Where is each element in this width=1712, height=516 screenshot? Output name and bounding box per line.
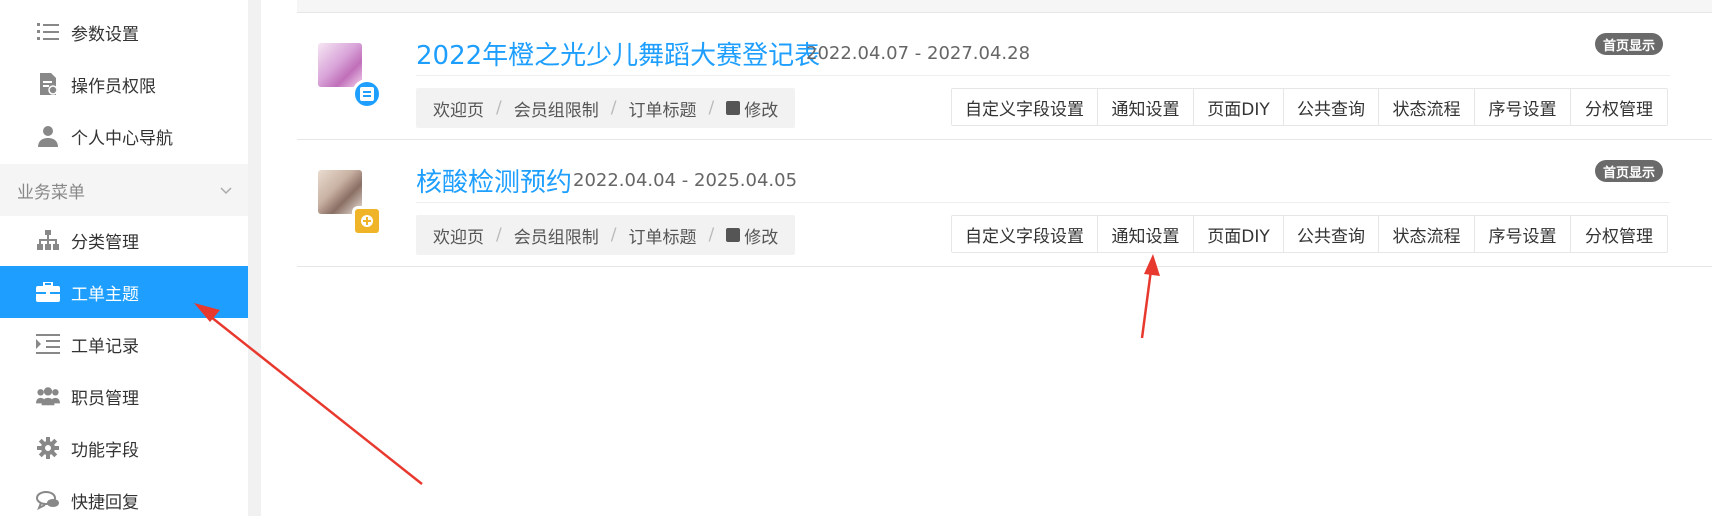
breadcrumb: 欢迎页 / 会员组限制 / 订单标题 / 修改 <box>416 88 796 128</box>
sidebar-item-label: 工单主题 <box>71 284 139 305</box>
homepage-display-badge: 首页显示 <box>1595 160 1664 182</box>
sidebar-item-user-center-nav[interactable]: 个人中心导航 <box>0 110 248 162</box>
sidebar-item-staff[interactable]: 职员管理 <box>0 370 248 422</box>
sidebar-item-quick-reply[interactable]: 快捷回复 <box>0 474 248 516</box>
page-diy-button[interactable]: 页面DIY <box>1194 216 1284 252</box>
coins-badge-icon <box>352 206 382 236</box>
status-flow-button[interactable]: 状态流程 <box>1379 216 1475 252</box>
sidebar-item-label: 个人中心导航 <box>71 128 173 149</box>
topic-title[interactable]: 核酸检测预约 <box>416 162 572 199</box>
row-divider <box>297 139 1712 140</box>
custom-fields-button[interactable]: 自定义字段设置 <box>952 89 1098 125</box>
notification-settings-button[interactable]: 通知设置 <box>1098 89 1194 125</box>
sidebar-item-label: 快捷回复 <box>71 492 139 513</box>
briefcase-icon <box>36 280 60 304</box>
edit-link[interactable]: 修改 <box>726 223 778 248</box>
sidebar-group-business[interactable]: 业务菜单 <box>0 164 248 216</box>
serial-settings-button[interactable]: 序号设置 <box>1475 89 1571 125</box>
edit-link[interactable]: 修改 <box>726 96 778 121</box>
divider <box>416 75 1670 76</box>
sidebar-item-label: 操作员权限 <box>71 76 156 97</box>
breadcrumb-welcome[interactable]: 欢迎页 <box>433 223 484 248</box>
breadcrumb-welcome[interactable]: 欢迎页 <box>433 96 484 121</box>
gear-icon <box>36 436 60 460</box>
custom-fields-button[interactable]: 自定义字段设置 <box>952 216 1098 252</box>
chat-icon <box>36 488 60 512</box>
public-query-button[interactable]: 公共查询 <box>1284 216 1379 252</box>
sidebar-item-label: 职员管理 <box>71 388 139 409</box>
user-icon <box>36 124 60 148</box>
sidebar-item-label: 分类管理 <box>71 232 139 253</box>
sidebar-item-operator-permissions[interactable]: 操作员权限 <box>0 58 248 110</box>
indent-list-icon <box>36 332 60 356</box>
topic-title[interactable]: 2022年橙之光少儿舞蹈大赛登记表 <box>416 35 820 72</box>
edit-label: 修改 <box>744 100 779 121</box>
topic-thumbnail <box>318 43 362 87</box>
breadcrumb-order-title[interactable]: 订单标题 <box>628 223 696 248</box>
row-divider <box>297 266 1712 267</box>
sidebar-item-label: 工单记录 <box>71 336 139 357</box>
breadcrumb-order-title[interactable]: 订单标题 <box>628 96 696 121</box>
public-query-button[interactable]: 公共查询 <box>1284 89 1379 125</box>
list-settings-icon <box>36 20 60 44</box>
sidebar-item-params[interactable]: 参数设置 <box>0 6 248 58</box>
sidebar-item-ticket-records[interactable]: 工单记录 <box>0 318 248 370</box>
breadcrumb-member-group-limit[interactable]: 会员组限制 <box>514 223 599 248</box>
sidebar-item-function-fields[interactable]: 功能字段 <box>0 422 248 474</box>
sidebar-item-category[interactable]: 分类管理 <box>0 214 248 266</box>
permission-management-button[interactable]: 分权管理 <box>1571 89 1667 125</box>
date-range: 2022.04.07 - 2027.04.28 <box>806 43 1031 64</box>
breadcrumb-member-group-limit[interactable]: 会员组限制 <box>514 96 599 121</box>
users-icon <box>36 384 60 408</box>
notification-settings-button[interactable]: 通知设置 <box>1098 216 1194 252</box>
sidebar-item-label: 参数设置 <box>71 24 139 45</box>
edit-icon <box>726 228 741 242</box>
action-button-group: 自定义字段设置 通知设置 页面DIY 公共查询 状态流程 序号设置 分权管理 <box>951 215 1668 253</box>
divider <box>416 202 1670 203</box>
sidebar-item-label: 功能字段 <box>71 440 139 461</box>
app-root: 参数设置 操作员权限 个人中心导航 业务菜单 分类管理 工单主题 工单记录 职员… <box>0 0 1712 516</box>
page-diy-button[interactable]: 页面DIY <box>1194 89 1284 125</box>
serial-settings-button[interactable]: 序号设置 <box>1475 216 1571 252</box>
homepage-display-badge: 首页显示 <box>1595 33 1664 55</box>
permission-management-button[interactable]: 分权管理 <box>1571 216 1667 252</box>
previous-row-edge <box>297 0 1712 13</box>
breadcrumb: 欢迎页 / 会员组限制 / 订单标题 / 修改 <box>416 215 796 255</box>
hierarchy-icon <box>36 228 60 252</box>
file-permission-icon <box>36 72 60 96</box>
form-badge-icon <box>352 79 382 109</box>
sidebar-group-label: 业务菜单 <box>17 182 85 203</box>
action-button-group: 自定义字段设置 通知设置 页面DIY 公共查询 状态流程 序号设置 分权管理 <box>951 88 1668 126</box>
sidebar: 参数设置 操作员权限 个人中心导航 业务菜单 分类管理 工单主题 工单记录 职员… <box>0 0 248 516</box>
edit-label: 修改 <box>744 227 779 248</box>
sidebar-gutter <box>248 0 261 516</box>
status-flow-button[interactable]: 状态流程 <box>1379 89 1475 125</box>
date-range: 2022.04.04 - 2025.04.05 <box>573 170 798 191</box>
chevron-down-icon <box>220 180 232 200</box>
sidebar-item-ticket-topics[interactable]: 工单主题 <box>0 266 248 318</box>
edit-icon <box>726 101 741 115</box>
